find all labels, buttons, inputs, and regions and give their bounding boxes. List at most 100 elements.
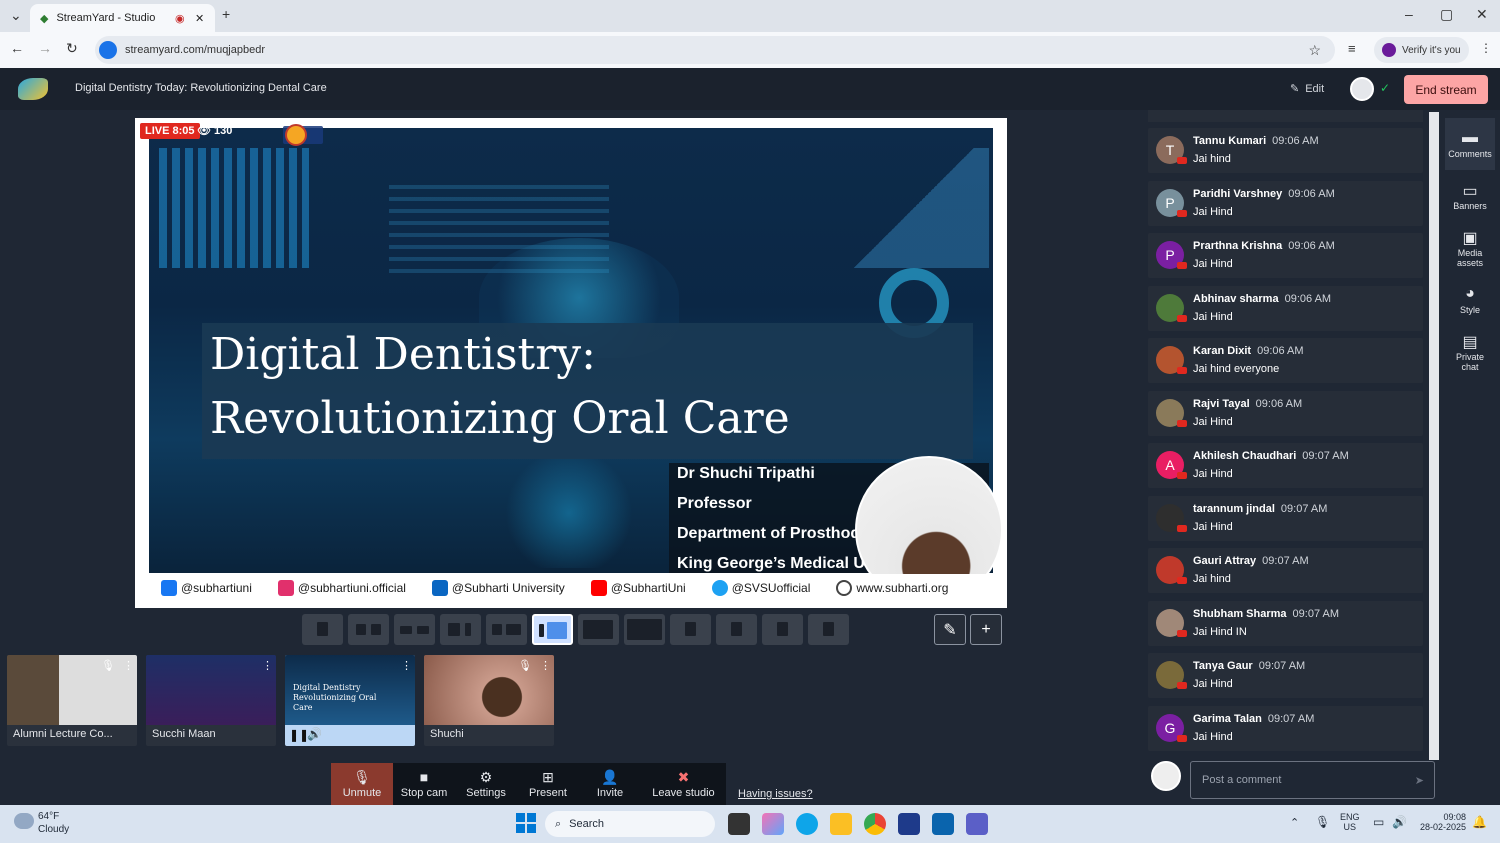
- reload-icon[interactable]: ↻: [66, 40, 78, 57]
- screen-share-thumb[interactable]: Digital Dentistry Revolutionizing Oral C…: [285, 655, 415, 746]
- more-options-icon[interactable]: ⋮: [262, 659, 273, 672]
- comment-time: 09:06 AM: [1257, 345, 1304, 357]
- social-twitter-handle: @SVSUofficial: [731, 581, 811, 595]
- comment-item: Tanya Gaur 09:07 AM Jai Hind: [1148, 653, 1423, 698]
- taskview-icon[interactable]: [728, 813, 750, 835]
- profile-chip[interactable]: Verify it's you: [1374, 37, 1469, 63]
- comment-time: 09:07 AM: [1258, 660, 1306, 672]
- edit-button[interactable]: ✎ Edit: [1290, 82, 1324, 96]
- copilot-icon[interactable]: [762, 813, 784, 835]
- settings-button[interactable]: ⚙ Settings: [455, 763, 517, 805]
- tab-style[interactable]: ◕ Style: [1445, 274, 1495, 326]
- participant-thumb-succhi[interactable]: ⋮ Succhi Maan: [146, 655, 276, 746]
- participant-thumb-shuchi[interactable]: 🎙 ⋮ Shuchi: [424, 655, 554, 746]
- taskbar-search[interactable]: ⌕ Search: [545, 811, 715, 837]
- unmute-button[interactable]: 🎙 Unmute: [331, 763, 393, 805]
- screen-share-title: Digital Dentistry Revolutionizing Oral C…: [293, 683, 377, 712]
- send-icon[interactable]: ➤: [1415, 774, 1424, 787]
- mic-muted-icon[interactable]: 🎙: [101, 659, 115, 672]
- forward-icon[interactable]: →: [38, 40, 52, 56]
- tab-comments[interactable]: ▬ Comments: [1445, 118, 1495, 170]
- participant-thumb-alumni[interactable]: 🎙 ⋮ Alumni Lecture Co...: [7, 655, 137, 746]
- university-emblem: [285, 124, 307, 146]
- channel-avatar[interactable]: [1350, 77, 1374, 101]
- site-info-icon[interactable]: [99, 41, 117, 59]
- clock[interactable]: 09:08 28-02-2025: [1414, 812, 1466, 832]
- outlook-icon[interactable]: [932, 813, 954, 835]
- leave-studio-button[interactable]: ✖ Leave studio: [641, 763, 726, 805]
- comment-item: Rajvi Tayal 09:06 AM Jai Hind: [1148, 390, 1423, 436]
- more-options-icon[interactable]: ⋮: [401, 659, 412, 672]
- menu-kebab-icon[interactable]: ⋮: [1480, 41, 1492, 55]
- layout-person-2[interactable]: [716, 614, 757, 645]
- add-layout-button[interactable]: +: [970, 614, 1002, 645]
- layout-thin[interactable]: [348, 614, 389, 645]
- commenter-name: tarannum jindal 09:07 AM: [1193, 503, 1327, 515]
- tray-chevron-icon[interactable]: ⌃: [1290, 816, 1299, 829]
- comments-list[interactable]: T Tannu Kumari 09:06 AM Jai hind P Paridhi Va…: [1145, 110, 1440, 762]
- social-instagram-handle: @subhartiuni.official: [297, 581, 406, 595]
- draw-pencil-button[interactable]: ✎: [934, 614, 966, 645]
- layout-person-3[interactable]: [762, 614, 803, 645]
- close-window-icon[interactable]: ✕: [1476, 6, 1488, 23]
- notification-bell-icon[interactable]: 🔔: [1472, 815, 1487, 829]
- mic-icon[interactable]: 🎙: [518, 659, 532, 672]
- layout-group[interactable]: [394, 614, 435, 645]
- commenter-name: Rajvi Tayal 09:06 AM: [1193, 398, 1302, 410]
- comment-item: Gauri Attray 09:07 AM Jai hind: [1148, 548, 1423, 593]
- tray-mic-icon[interactable]: 🎙: [1315, 815, 1330, 829]
- having-issues-link[interactable]: Having issues?: [738, 788, 813, 800]
- more-options-icon[interactable]: ⋮: [540, 659, 551, 672]
- volume-icon[interactable]: 🔊: [1392, 815, 1407, 829]
- commenter-name-text: Akhilesh Chaudhari: [1193, 450, 1297, 462]
- instagram-icon: [277, 580, 294, 596]
- layout-leader[interactable]: [440, 614, 481, 645]
- chrome-icon[interactable]: [864, 813, 886, 835]
- layout-screen-full[interactable]: [624, 614, 665, 645]
- invite-button[interactable]: 👤 Invite: [579, 763, 641, 805]
- windows-start-icon[interactable]: [516, 813, 536, 833]
- end-stream-button[interactable]: End stream: [1404, 75, 1488, 104]
- file-explorer-icon[interactable]: [830, 813, 852, 835]
- more-options-icon[interactable]: ⋮: [123, 659, 134, 672]
- edge-icon[interactable]: [796, 813, 818, 835]
- clock-time: 09:08: [1443, 812, 1466, 822]
- youtube-icon: [590, 580, 607, 596]
- comment-time: 09:06 AM: [1272, 135, 1319, 147]
- language-indicator[interactable]: ENG US: [1340, 812, 1360, 832]
- layout-side-by-side[interactable]: [486, 614, 527, 645]
- back-icon[interactable]: ←: [10, 40, 24, 56]
- commenter-name-text: tarannum jindal: [1193, 502, 1275, 515]
- layout-person-4[interactable]: [808, 614, 849, 645]
- social-facebook-handle: @subhartiuni: [181, 581, 252, 595]
- layout-person-1[interactable]: [670, 614, 711, 645]
- minimize-icon[interactable]: –: [1405, 6, 1413, 22]
- maximize-icon[interactable]: ▢: [1440, 6, 1453, 23]
- tab-banners[interactable]: ▭ Banners: [1445, 170, 1495, 222]
- media-control-icon[interactable]: ≡: [1348, 41, 1356, 56]
- comment-item: A Akhilesh Chaudhari 09:07 AM Jai Hind: [1148, 443, 1423, 488]
- tab-search-icon[interactable]: ⌄: [10, 7, 22, 24]
- slide-title-box: Digital Dentistry: Revolutionizing Oral …: [202, 323, 973, 459]
- layout-solo[interactable]: [302, 614, 343, 645]
- new-tab-button[interactable]: +: [222, 6, 230, 22]
- address-bar[interactable]: streamyard.com/muqjapbedr ☆: [95, 36, 1335, 64]
- post-comment-input[interactable]: Post a comment ➤: [1190, 761, 1435, 799]
- volume-icon[interactable]: 🔊: [307, 727, 322, 741]
- store-icon[interactable]: [898, 813, 920, 835]
- commenter-name: Gauri Attray 09:07 AM: [1193, 555, 1309, 567]
- stop-cam-button[interactable]: ■ Stop cam: [393, 763, 455, 805]
- teams-icon[interactable]: [966, 813, 988, 835]
- browser-tab[interactable]: ◆ StreamYard - Studio ◉ ✕: [30, 4, 215, 32]
- tab-private-chat[interactable]: ▤ Private chat: [1445, 326, 1495, 378]
- tab-close-icon[interactable]: ✕: [195, 12, 204, 25]
- layout-screen-sidebar[interactable]: [532, 614, 573, 645]
- network-icon[interactable]: ▭: [1373, 815, 1384, 829]
- present-button[interactable]: ⊞ Present: [517, 763, 579, 805]
- bookmark-star-icon[interactable]: ☆: [1308, 42, 1321, 59]
- comments-scrollbar[interactable]: [1429, 112, 1439, 760]
- tab-media-assets[interactable]: ▣ Media assets: [1445, 222, 1495, 274]
- participant-video: [7, 655, 137, 725]
- mic-off-icon: 🎙: [353, 769, 371, 785]
- layout-screen-pip[interactable]: [578, 614, 619, 645]
